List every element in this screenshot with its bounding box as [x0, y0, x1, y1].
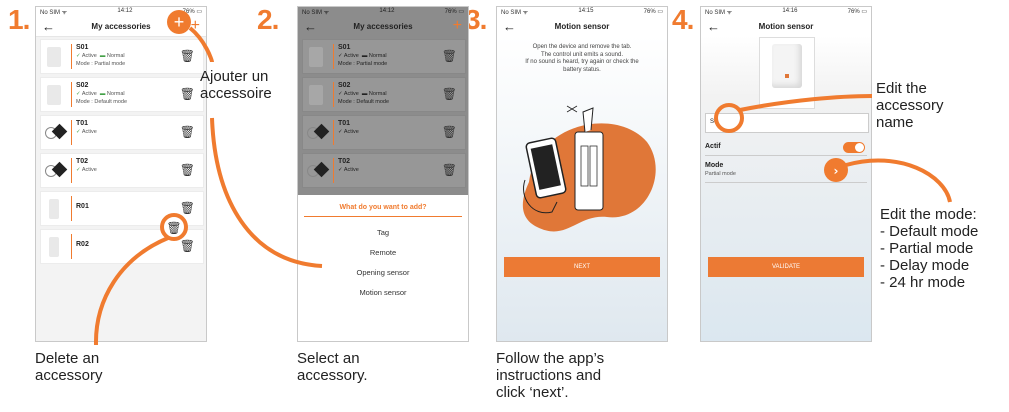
annotation-add: Ajouter un accessoire — [200, 68, 272, 102]
annotation-edit-name: Edit the accessory name — [876, 80, 944, 131]
annotation-follow: Follow the app’s instructions and click … — [496, 350, 605, 401]
annotation-edit-mode: Edit the mode: - Default mode - Partial … — [880, 206, 979, 291]
annotation-select: Select an accessory. — [297, 350, 368, 384]
svg-text:🗑: 🗑 — [166, 221, 181, 235]
svg-text:›: › — [834, 164, 839, 178]
annotation-delete: Delete an accessory — [35, 350, 103, 384]
svg-text:+: + — [174, 12, 185, 32]
